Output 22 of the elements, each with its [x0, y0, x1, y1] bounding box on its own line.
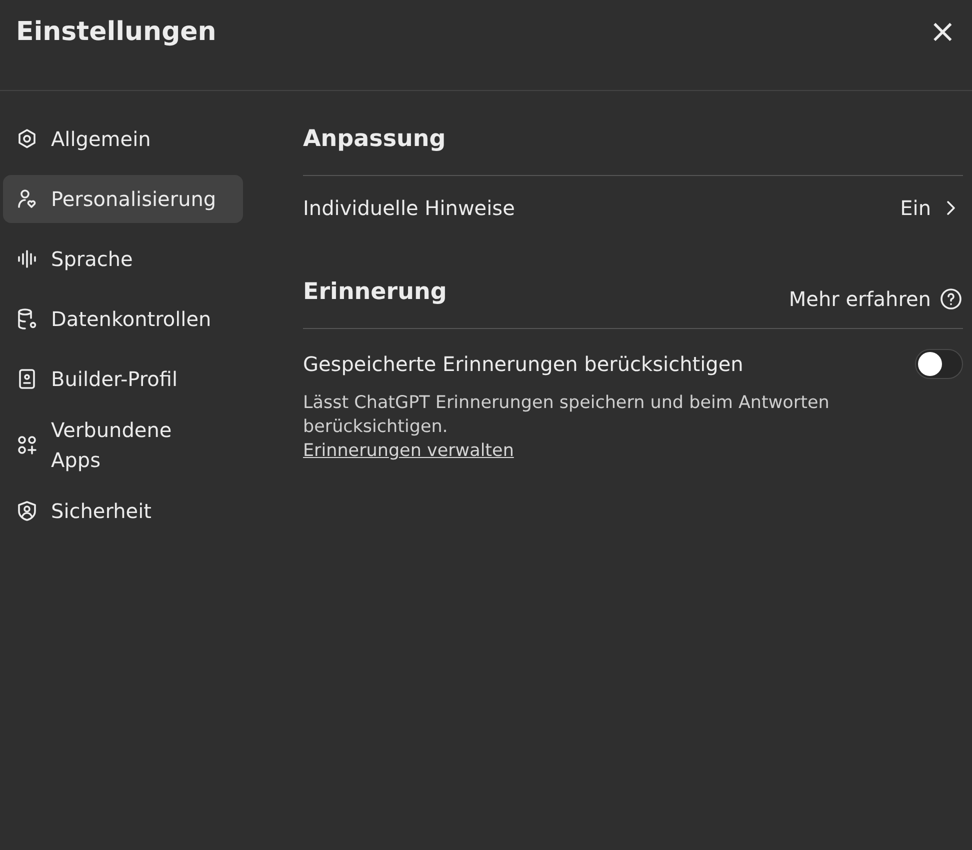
sidebar-item[interactable]: Allgemein: [3, 115, 243, 163]
setting-description: Lässt ChatGPT Erinnerungen speichern und beim Antworten berücksichtigen.: [303, 392, 830, 439]
sidebar-item[interactable]: Sprache: [3, 235, 243, 283]
help-link[interactable]: Mehr erfahren: [788, 287, 931, 311]
dialog-title: Einstellungen: [16, 16, 216, 49]
setting-label: Gespeicherte Erinnerungen berücksichtigen: [303, 352, 744, 376]
setting-label: Individuelle Hinweise: [303, 196, 515, 220]
setting-value[interactable]: Ein: [900, 196, 931, 220]
section-title: Anpassung: [303, 126, 446, 152]
sidebar-item[interactable]: Verbundene Apps: [3, 415, 243, 475]
sidebar-item[interactable]: Builder-Profil: [3, 355, 243, 403]
toggle-switch[interactable]: [915, 349, 963, 379]
apps-plus-icon: [15, 433, 39, 457]
waveform-icon: [15, 247, 39, 271]
sidebar-item[interactable]: Sicherheit: [3, 487, 243, 535]
shield-person-icon: [15, 499, 39, 523]
close-button[interactable]: ×: [929, 15, 956, 47]
manage-link[interactable]: Erinnerungen verwalten: [303, 441, 514, 461]
section-title: Erinnerung: [303, 279, 447, 305]
question-circle-icon: [939, 287, 963, 311]
sidebar-item[interactable]: Datenkontrollen: [3, 295, 243, 343]
sidebar-item[interactable]: Personalisierung: [3, 175, 243, 223]
